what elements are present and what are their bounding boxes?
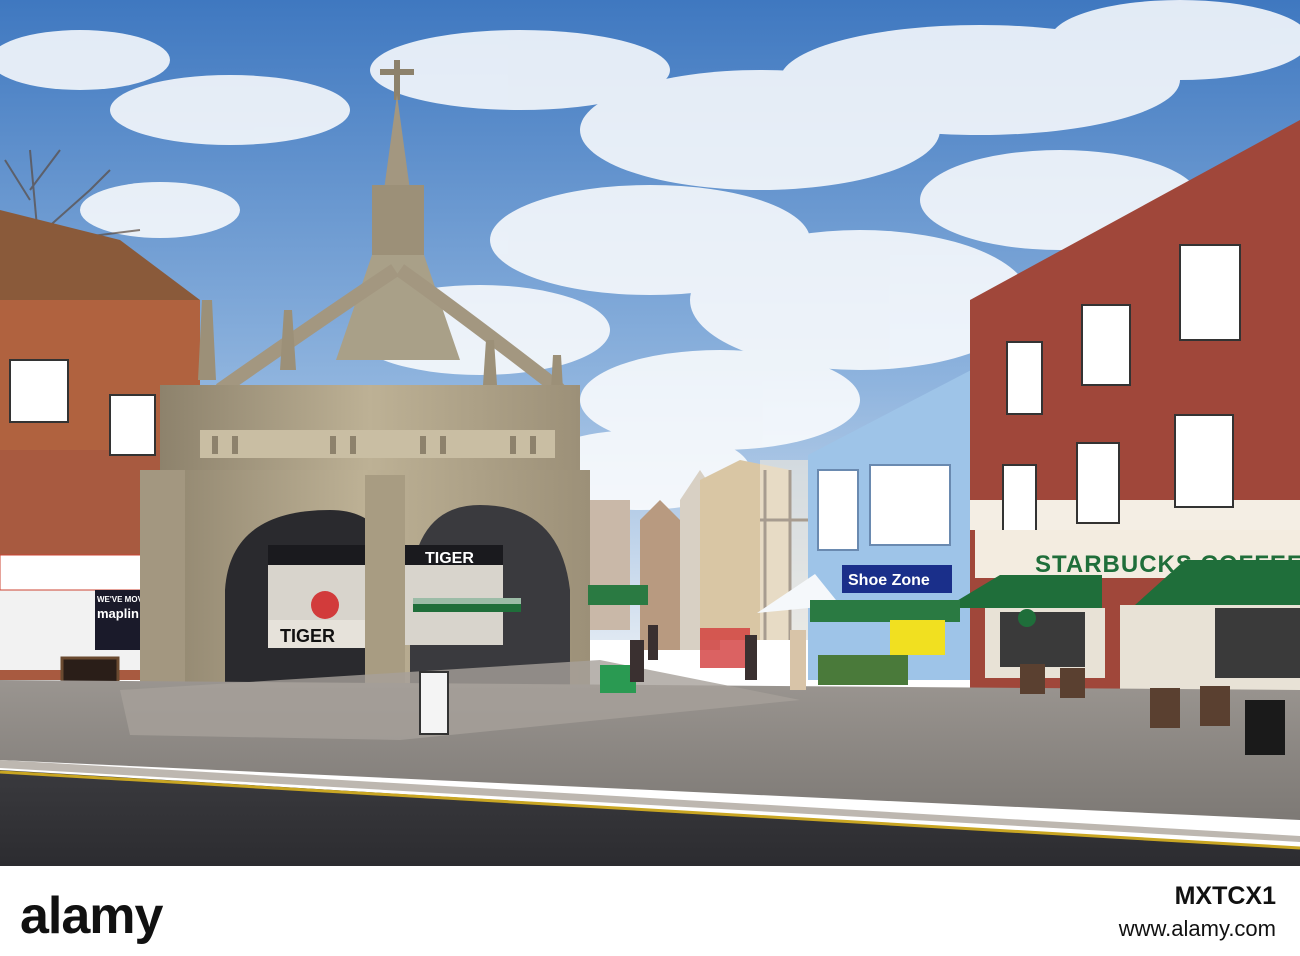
tiger-inner-sign: TIGER <box>425 550 474 567</box>
starbucks-logo-icon <box>1018 609 1036 627</box>
maplin-sign: maplin <box>97 606 139 621</box>
shoe-zone-text: Shoe Zone <box>848 572 930 589</box>
watermark-footer: alamy MXTCX1 www.alamy.com <box>0 866 1300 956</box>
site-url: www.alamy.com <box>1118 916 1276 941</box>
left-window <box>9 359 69 423</box>
bin <box>1245 700 1285 755</box>
a-frame-sign <box>419 671 449 735</box>
alamy-logo: alamy <box>20 887 163 945</box>
image-id: MXTCX1 <box>1174 882 1276 910</box>
left-window <box>109 394 156 456</box>
street-photo: WE'VE MOVED maplin Shoe Zone STARBUCKS C… <box>0 0 1300 866</box>
tiger-front-sign: TIGER <box>280 626 335 646</box>
